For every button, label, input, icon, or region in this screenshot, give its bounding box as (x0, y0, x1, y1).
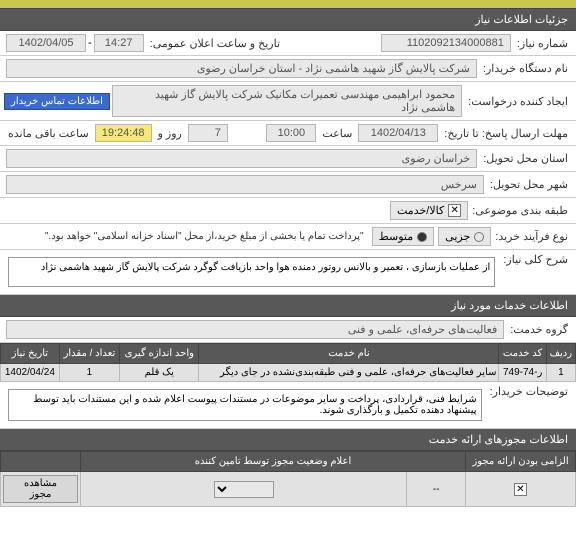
row-req-number: شماره نیاز: 1102092134000881 تاریخ و ساع… (0, 31, 576, 56)
cell-lic-required: ✕ (466, 472, 576, 507)
lbl-req-no: شماره نیاز: (513, 37, 572, 50)
row-svc-group: گروه خدمت: فعالیت‌های حرفه‌ای، علمی و فن… (0, 317, 576, 343)
lbl-buytype: نوع فرآیند خرید: (491, 230, 572, 243)
cell-lic-view: مشاهده مجوز (1, 472, 81, 507)
btn-buyer-contact[interactable]: اطلاعات تماس خریدار (4, 93, 110, 110)
radio-icon (474, 232, 484, 242)
lbl-category: طبقه بندی موضوعی: (468, 204, 572, 217)
val-deadline-date: 1402/04/13 (358, 124, 438, 142)
lbl-city: شهر محل تحویل: (486, 178, 572, 191)
th-date: تاریخ نیاز (1, 344, 60, 364)
val-announce-date: 1402/04/05 (6, 34, 86, 52)
license-row: ✕ -- مشاهده مجوز (1, 472, 576, 507)
val-announce-time: 14:27 (94, 34, 144, 52)
page-header: جزئیات اطلاعات نیاز (0, 9, 576, 31)
th-name: نام خدمت (199, 344, 499, 364)
empty-yellow-bar (0, 0, 576, 9)
cell-lic-select (81, 472, 407, 507)
lbl-deadline: مهلت ارسال پاسخ: تا تاریخ: (440, 127, 572, 140)
buytype-low-label: جزیی (445, 230, 470, 243)
table-row: 1 ر-74-749 سایر فعالیت‌های حرفه‌ای، علمی… (1, 364, 576, 382)
lbl-province: استان محل تحویل: (479, 152, 572, 165)
license-select[interactable] (214, 481, 274, 498)
license-info-title: اطلاعات مجوزهای ارائه خدمت (429, 434, 568, 446)
cat-goods-label: کالا/خدمت (397, 204, 444, 217)
row-buyer-notes: توضیحات خریدار: شرایط فنی، قراردادی، پرد… (0, 382, 576, 429)
row-deadline: مهلت ارسال پاسخ: تا تاریخ: 1402/04/13 سا… (0, 121, 576, 146)
lbl-desc: شرح کلی نیاز: (499, 253, 572, 266)
row-creator: ایجاد کننده درخواست: محمود ابراهیمی مهند… (0, 82, 576, 121)
row-buyer: نام دستگاه خریدار: شرکت پالایش گاز شهید … (0, 56, 576, 82)
val-req-no: 1102092134000881 (381, 34, 511, 52)
radio-icon-selected (417, 232, 427, 242)
val-days-left: 7 (188, 124, 228, 142)
val-deadline-time: 10:00 (266, 124, 316, 142)
val-remain-time: 19:24:48 (95, 124, 152, 142)
services-table: ردیف کد خدمت نام خدمت واحد اندازه گیری ت… (0, 343, 576, 382)
lbl-at: ساعت (318, 127, 356, 140)
buytype-mid[interactable]: متوسط (372, 227, 435, 246)
val-city: سرخس (6, 175, 484, 194)
th-lic-required: الزامی بودن ارائه مجوز (466, 452, 576, 472)
lbl-creator: ایجاد کننده درخواست: (464, 95, 572, 108)
btn-view-license[interactable]: مشاهده مجوز (3, 475, 78, 503)
page-title: جزئیات اطلاعات نیاز (475, 14, 568, 26)
val-buyer-notes: شرایط فنی، قراردادی، پرداخت و سایر موضوع… (8, 389, 482, 421)
th-qty: تعداد / مقدار (59, 344, 119, 364)
cell-lic-dash: -- (407, 472, 466, 507)
row-desc: شرح کلی نیاز: از عملیات بازسازی ، تعمیر … (0, 250, 576, 295)
license-table: الزامی بودن ارائه مجوز اعلام وضعیت مجوز … (0, 451, 576, 507)
service-info-title: اطلاعات خدمات مورد نیاز (451, 300, 568, 312)
row-province: استان محل تحویل: خراسان رضوی (0, 146, 576, 172)
th-code: کد خدمت (499, 344, 546, 364)
cell-date: 1402/04/24 (1, 364, 60, 382)
cell-qty: 1 (59, 364, 119, 382)
check-icon: ✕ (448, 204, 461, 217)
license-info-header: اطلاعات مجوزهای ارائه خدمت (0, 429, 576, 451)
lbl-buyer: نام دستگاه خریدار: (479, 62, 572, 75)
service-info-header: اطلاعات خدمات مورد نیاز (0, 295, 576, 317)
lbl-svc-group: گروه خدمت: (506, 323, 572, 336)
buytype-low[interactable]: جزیی (438, 227, 491, 246)
row-buytype: نوع فرآیند خرید: جزیی متوسط "پرداخت تمام… (0, 224, 576, 250)
cell-unit: یک قلم (120, 364, 199, 382)
cell-name: سایر فعالیت‌های حرفه‌ای، علمی و فنی طبقه… (199, 364, 499, 382)
th-lic-status: اعلام وضعیت مجوز توسط تامین کننده (81, 452, 466, 472)
checkbox-icon[interactable]: ✕ (514, 483, 527, 496)
lbl-days: روز و (154, 127, 186, 140)
val-buyer: شرکت پالایش گاز شهید هاشمی نژاد - استان … (6, 59, 477, 78)
th-row: ردیف (546, 344, 575, 364)
val-province: خراسان رضوی (6, 149, 477, 168)
buytype-note: "پرداخت تمام یا بخشی از مبلغ خرید،از محل… (4, 231, 368, 242)
val-desc: از عملیات بازسازی ، تعمیر و بالانس روتور… (8, 257, 495, 287)
buytype-mid-label: متوسط (379, 230, 414, 243)
row-city: شهر محل تحویل: سرخس (0, 172, 576, 198)
val-svc-group: فعالیت‌های حرفه‌ای، علمی و فنی (6, 320, 504, 339)
row-category: طبقه بندی موضوعی: ✕ کالا/خدمت (0, 198, 576, 224)
cat-option-goods[interactable]: ✕ کالا/خدمت (390, 201, 468, 220)
lbl-remain: ساعت باقی مانده (4, 127, 93, 140)
lbl-announce: تاریخ و ساعت اعلان عمومی: (146, 37, 284, 50)
lbl-buyer-notes: توضیحات خریدار: (486, 385, 572, 398)
cell-idx: 1 (546, 364, 575, 382)
cell-code: ر-74-749 (499, 364, 546, 382)
val-creator: محمود ابراهیمی مهندسی تعمیرات مکانیک شرک… (112, 85, 462, 117)
th-unit: واحد اندازه گیری (120, 344, 199, 364)
